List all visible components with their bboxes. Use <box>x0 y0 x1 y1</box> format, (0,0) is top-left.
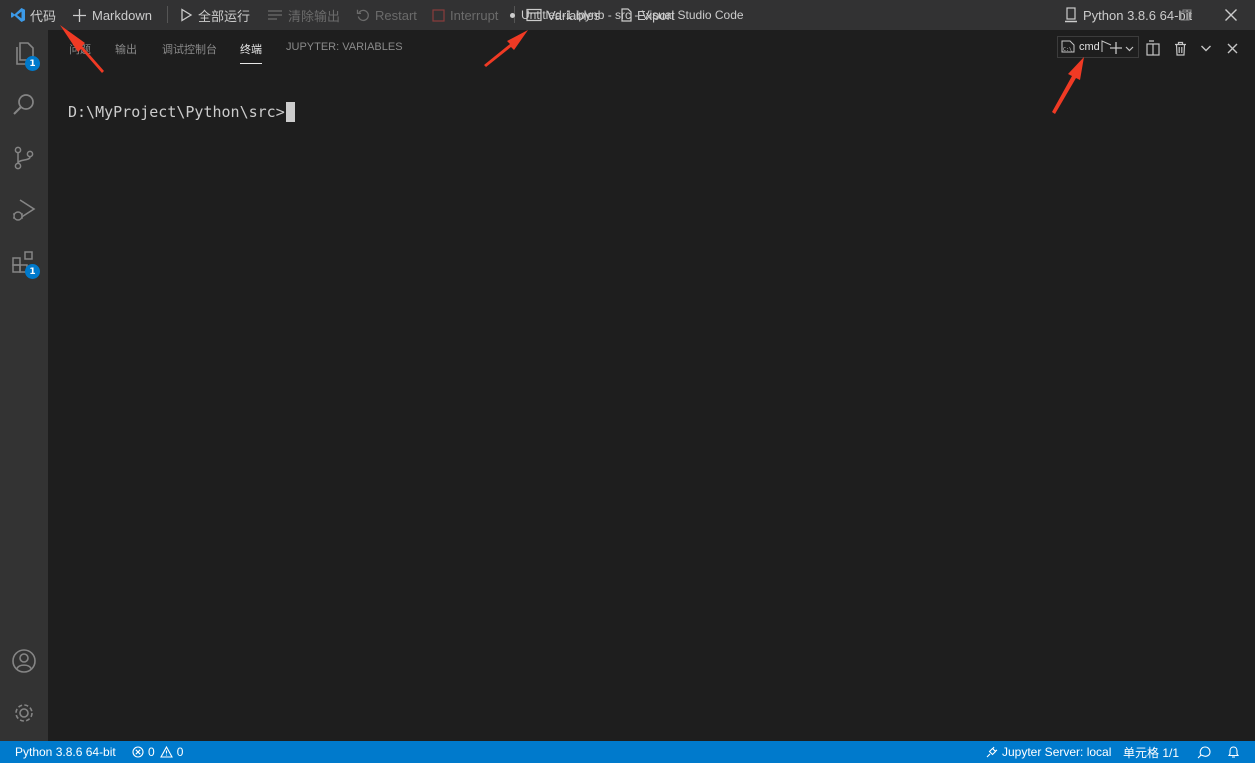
close-panel-button[interactable] <box>1223 38 1241 58</box>
tab-problems[interactable]: 问题 <box>69 41 91 65</box>
run-icon <box>181 8 193 22</box>
chevron-down-icon <box>1125 46 1133 51</box>
svg-text:C:\: C:\ <box>1063 47 1072 53</box>
interrupt-label: Interrupt <box>450 7 499 23</box>
vscode-logo-icon <box>11 8 25 22</box>
close-icon <box>1227 43 1237 53</box>
run-all-button[interactable]: 全部运行 <box>179 0 250 30</box>
account-icon <box>12 649 36 673</box>
restart-label: Restart <box>375 7 417 23</box>
status-problems[interactable]: 0 0 <box>132 741 183 763</box>
run-debug-icon <box>13 199 36 221</box>
tab-debug-console[interactable]: 调试控制台 <box>162 41 217 65</box>
warning-count: 0 <box>176 745 184 759</box>
extensions-badge: 1 <box>25 264 40 279</box>
vscode-logo <box>10 0 31 30</box>
manage-button[interactable] <box>0 689 48 737</box>
tab-label: 调试控制台 <box>162 44 217 56</box>
restart-button[interactable]: Restart <box>356 0 417 30</box>
status-interpreter[interactable]: Python 3.8.6 64-bit <box>15 741 116 763</box>
stop-icon <box>432 8 445 22</box>
tab-jupyter-variables[interactable]: JUPYTER: VARIABLES <box>286 41 403 65</box>
accounts-button[interactable] <box>0 637 48 685</box>
terminal-prompt: D:\MyProject\Python\src> <box>68 103 285 121</box>
status-jupyter-server[interactable]: Jupyter Server: local <box>985 741 1111 763</box>
toolbar-divider <box>167 6 168 23</box>
interpreter-label: Python 3.8.6 64-bit <box>15 745 116 759</box>
extensions-button[interactable]: 1 <box>0 238 48 286</box>
restart-icon <box>356 9 369 22</box>
activity-bar: 1 1 <box>0 30 48 741</box>
terminal-output[interactable]: D:\MyProject\Python\src> <box>68 102 295 122</box>
bottom-panel: 问题 输出 调试控制台 终端 JUPYTER: VARIABLES C:\ cm… <box>48 30 1255 741</box>
status-cell-position[interactable]: 单元格 1/1 <box>1123 741 1179 763</box>
search-icon <box>13 94 34 115</box>
restore-icon <box>1180 9 1192 21</box>
unsaved-dot <box>510 12 515 18</box>
plus-icon <box>1110 42 1122 54</box>
split-icon <box>1146 40 1160 56</box>
markdown-label: Markdown <box>92 7 152 23</box>
new-terminal-button[interactable] <box>1107 38 1125 58</box>
plus-icon <box>73 8 86 22</box>
title-bar: 代码 Markdown 全部运行 清除输出 Restart Interrupt … <box>0 0 1255 30</box>
code-cell-button[interactable]: 代码 <box>30 0 56 30</box>
restore-window-button[interactable] <box>1180 0 1197 30</box>
window-title: Untitled-1.ipynb - src - Visual Studio C… <box>510 0 744 30</box>
tab-label: JUPYTER: VARIABLES <box>286 41 403 53</box>
feedback-button[interactable] <box>1197 741 1211 763</box>
kernel-label: Python 3.8.6 64-bit <box>1083 7 1193 23</box>
tab-label: 问题 <box>69 44 91 56</box>
terminal-dropdown-button[interactable] <box>1124 38 1134 58</box>
add-markdown-button[interactable]: Markdown <box>72 0 152 30</box>
run-debug-button[interactable] <box>0 186 48 234</box>
error-icon <box>132 746 144 758</box>
code-cell-label: 代码 <box>30 8 57 24</box>
tab-label: 输出 <box>115 44 137 56</box>
tab-output[interactable]: 输出 <box>115 41 137 65</box>
kernel-icon <box>1065 7 1077 23</box>
terminal-cursor <box>285 102 295 122</box>
split-terminal-button[interactable] <box>1144 38 1162 58</box>
close-icon <box>1225 9 1237 21</box>
source-control-button[interactable] <box>0 134 48 182</box>
tab-terminal[interactable]: 终端 <box>240 41 262 65</box>
warning-icon <box>159 746 173 758</box>
plug-icon <box>986 746 998 757</box>
clear-output-label: 清除输出 <box>288 8 341 24</box>
explorer-badge: 1 <box>25 56 40 71</box>
trash-icon <box>1174 41 1186 56</box>
clear-all-icon <box>268 10 282 20</box>
gear-icon <box>15 704 33 722</box>
cell-position-label: 单元格 1/1 <box>1123 745 1180 760</box>
source-control-icon <box>14 146 34 170</box>
feedback-icon <box>1197 746 1211 759</box>
run-all-label: 全部运行 <box>198 8 251 24</box>
interrupt-button[interactable]: Interrupt <box>432 0 498 30</box>
notifications-button[interactable] <box>1227 741 1240 763</box>
maximize-panel-button[interactable] <box>1197 38 1215 58</box>
jupyter-server-label: Jupyter Server: local <box>1002 745 1112 759</box>
kernel-selector[interactable]: Python 3.8.6 64-bit <box>1064 0 1192 30</box>
chevron-down-icon <box>1201 45 1211 52</box>
kill-terminal-button[interactable] <box>1171 38 1189 58</box>
terminal-type-icon: C:\ <box>1061 40 1075 53</box>
clear-output-button[interactable]: 清除输出 <box>267 0 340 30</box>
close-window-button[interactable] <box>1224 0 1243 30</box>
error-count: 0 <box>148 745 155 759</box>
search-button[interactable] <box>0 81 48 129</box>
terminal-select-label: cmd <box>1079 41 1100 53</box>
bell-icon <box>1227 746 1240 758</box>
status-bar: Python 3.8.6 64-bit 0 0 Jupyter Server: … <box>0 741 1255 763</box>
window-title-text: Untitled-1.ipynb - src - Visual Studio C… <box>521 8 744 22</box>
explorer-button[interactable]: 1 <box>0 30 48 78</box>
tab-label: 终端 <box>240 44 262 56</box>
